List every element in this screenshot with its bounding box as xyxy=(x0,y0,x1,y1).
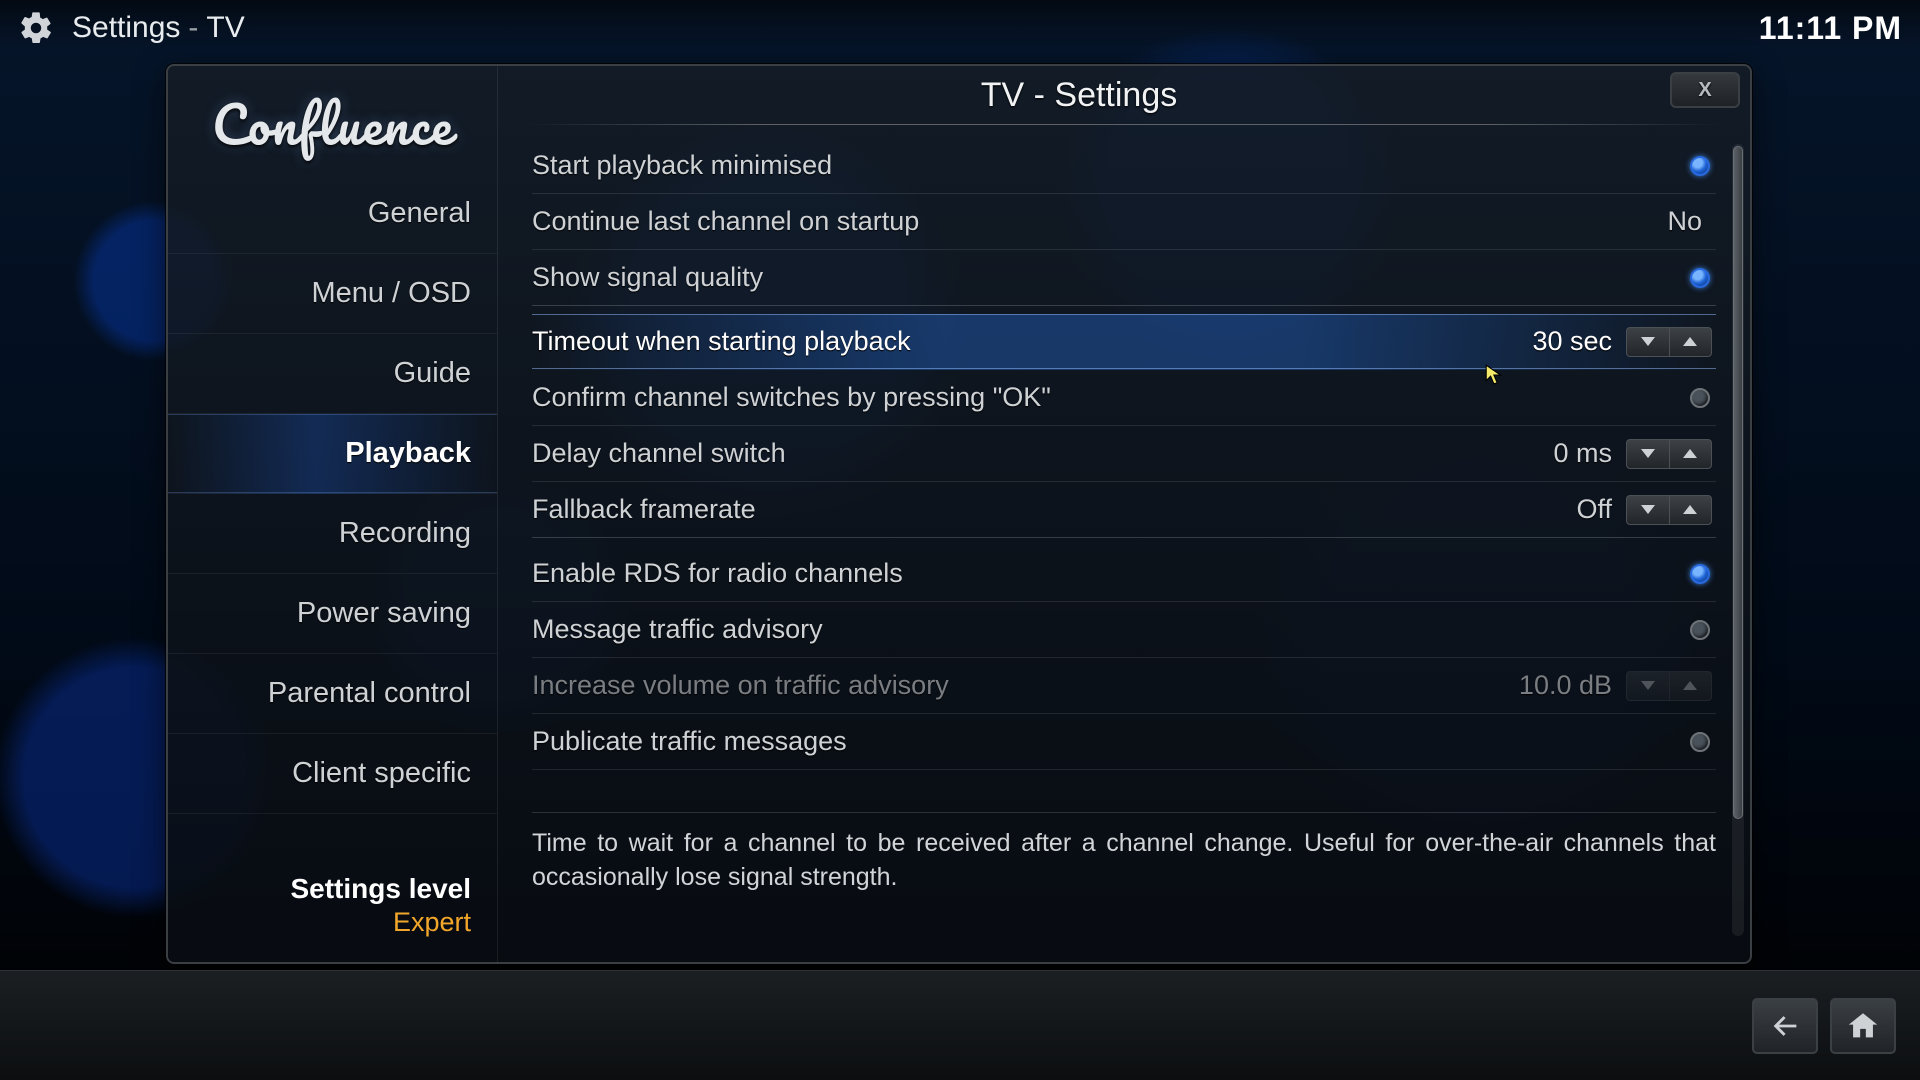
sidebar-item-power-saving[interactable]: Power saving xyxy=(168,574,497,654)
sidebar-item-label: Menu / OSD xyxy=(311,277,471,310)
setting-row[interactable]: Timeout when starting playback30 sec xyxy=(532,314,1716,370)
toggle-radio[interactable] xyxy=(1690,732,1710,752)
setting-label: Enable RDS for radio channels xyxy=(532,558,1690,589)
arrow-left-icon xyxy=(1768,1009,1802,1043)
chevron-down-icon xyxy=(1641,681,1655,690)
spinner-up[interactable] xyxy=(1670,328,1712,356)
spinner[interactable] xyxy=(1626,439,1712,469)
chevron-up-icon xyxy=(1683,337,1697,346)
setting-value: 10.0 dB xyxy=(1519,670,1612,701)
spinner-up xyxy=(1670,672,1712,700)
setting-row: Increase volume on traffic advisory10.0 … xyxy=(532,658,1716,714)
toggle-radio[interactable] xyxy=(1690,268,1710,288)
setting-value: No xyxy=(1667,206,1702,237)
home-button[interactable] xyxy=(1830,998,1896,1054)
top-bar: Settings - TV 11:11 PM xyxy=(18,6,1902,50)
spinner-down xyxy=(1627,672,1670,700)
sidebar-item-label: Playback xyxy=(345,437,471,470)
spinner-down[interactable] xyxy=(1627,496,1670,524)
setting-value: 0 ms xyxy=(1553,438,1612,469)
setting-value: Off xyxy=(1576,494,1612,525)
sidebar-item-label: Client specific xyxy=(292,757,471,790)
settings-level-value: Expert xyxy=(168,907,471,938)
sidebar-item-label: General xyxy=(368,197,471,230)
spinner[interactable] xyxy=(1626,327,1712,357)
chevron-down-icon xyxy=(1641,449,1655,458)
scrollbar-thumb[interactable] xyxy=(1733,146,1743,819)
sidebar-item-menu-osd[interactable]: Menu / OSD xyxy=(168,254,497,334)
scrollbar[interactable] xyxy=(1732,144,1744,936)
spinner-down[interactable] xyxy=(1627,440,1670,468)
chevron-down-icon xyxy=(1641,505,1655,514)
setting-label: Confirm channel switches by pressing "OK… xyxy=(532,382,1690,413)
spinner-up[interactable] xyxy=(1670,496,1712,524)
bottom-bar xyxy=(0,970,1920,1080)
spinner-down[interactable] xyxy=(1627,328,1670,356)
settings-level[interactable]: Settings level Expert xyxy=(168,865,497,962)
back-button[interactable] xyxy=(1752,998,1818,1054)
settings-level-label: Settings level xyxy=(168,873,471,905)
sidebar-item-parental-control[interactable]: Parental control xyxy=(168,654,497,734)
toggle-radio[interactable] xyxy=(1690,620,1710,640)
toggle-radio[interactable] xyxy=(1690,156,1710,176)
setting-label: Show signal quality xyxy=(532,262,1690,293)
sidebar-item-general[interactable]: General xyxy=(168,174,497,254)
setting-label: Increase volume on traffic advisory xyxy=(532,670,1519,701)
setting-row[interactable]: Continue last channel on startupNo xyxy=(532,194,1716,250)
setting-label: Continue last channel on startup xyxy=(532,206,1667,237)
setting-row[interactable]: Start playback minimised xyxy=(532,138,1716,194)
settings-window: TV - Settings X Confluence GeneralMenu /… xyxy=(166,64,1752,964)
sidebar-item-recording[interactable]: Recording xyxy=(168,494,497,574)
sidebar-item-label: Guide xyxy=(394,357,471,390)
sidebar-item-label: Power saving xyxy=(297,597,471,630)
chevron-up-icon xyxy=(1683,681,1697,690)
chevron-up-icon xyxy=(1683,505,1697,514)
brand-text: Confluence xyxy=(212,80,453,168)
sidebar-item-client-specific[interactable]: Client specific xyxy=(168,734,497,814)
sidebar-item-guide[interactable]: Guide xyxy=(168,334,497,414)
breadcrumb-sub: TV xyxy=(206,11,244,45)
spinner-up[interactable] xyxy=(1670,440,1712,468)
toggle-radio[interactable] xyxy=(1690,564,1710,584)
setting-row[interactable]: Message traffic advisory xyxy=(532,602,1716,658)
setting-label: Publicate traffic messages xyxy=(532,726,1690,757)
breadcrumb-main[interactable]: Settings xyxy=(72,11,180,45)
spinner xyxy=(1626,671,1712,701)
chevron-down-icon xyxy=(1641,337,1655,346)
sidebar-item-label: Recording xyxy=(339,517,471,550)
spinner[interactable] xyxy=(1626,495,1712,525)
setting-label: Message traffic advisory xyxy=(532,614,1690,645)
toggle-radio[interactable] xyxy=(1690,388,1710,408)
sidebar: Confluence General Menu / OSD Guide Playbac… xyxy=(168,66,498,962)
sidebar-item-playback[interactable]: Playback xyxy=(168,414,497,494)
sidebar-item-label: Parental control xyxy=(268,677,471,710)
setting-row[interactable]: Publicate traffic messages xyxy=(532,714,1716,770)
brand-logo: Confluence xyxy=(168,86,497,162)
settings-rows: Start playback minimised Continue last ch… xyxy=(532,138,1716,770)
setting-row[interactable]: Show signal quality xyxy=(532,250,1716,306)
setting-row[interactable]: Enable RDS for radio channels xyxy=(532,546,1716,602)
chevron-up-icon xyxy=(1683,449,1697,458)
setting-label: Fallback framerate xyxy=(532,494,1576,525)
setting-row[interactable]: Confirm channel switches by pressing "OK… xyxy=(532,370,1716,426)
setting-description: Time to wait for a channel to be receive… xyxy=(532,812,1716,934)
setting-label: Timeout when starting playback xyxy=(532,326,1532,357)
content-panel: Start playback minimised Continue last ch… xyxy=(498,66,1750,962)
sidebar-nav: General Menu / OSD Guide Playback Recording P… xyxy=(168,174,497,814)
setting-value: 30 sec xyxy=(1532,326,1612,357)
breadcrumb-sep: - xyxy=(188,11,198,45)
setting-row[interactable]: Delay channel switch0 ms xyxy=(532,426,1716,482)
content-divider xyxy=(526,124,1722,125)
home-icon xyxy=(1846,1009,1880,1043)
clock: 11:11 PM xyxy=(1759,10,1902,47)
gear-icon xyxy=(18,10,54,46)
setting-label: Start playback minimised xyxy=(532,150,1690,181)
setting-label: Delay channel switch xyxy=(532,438,1553,469)
setting-row[interactable]: Fallback framerateOff xyxy=(532,482,1716,538)
